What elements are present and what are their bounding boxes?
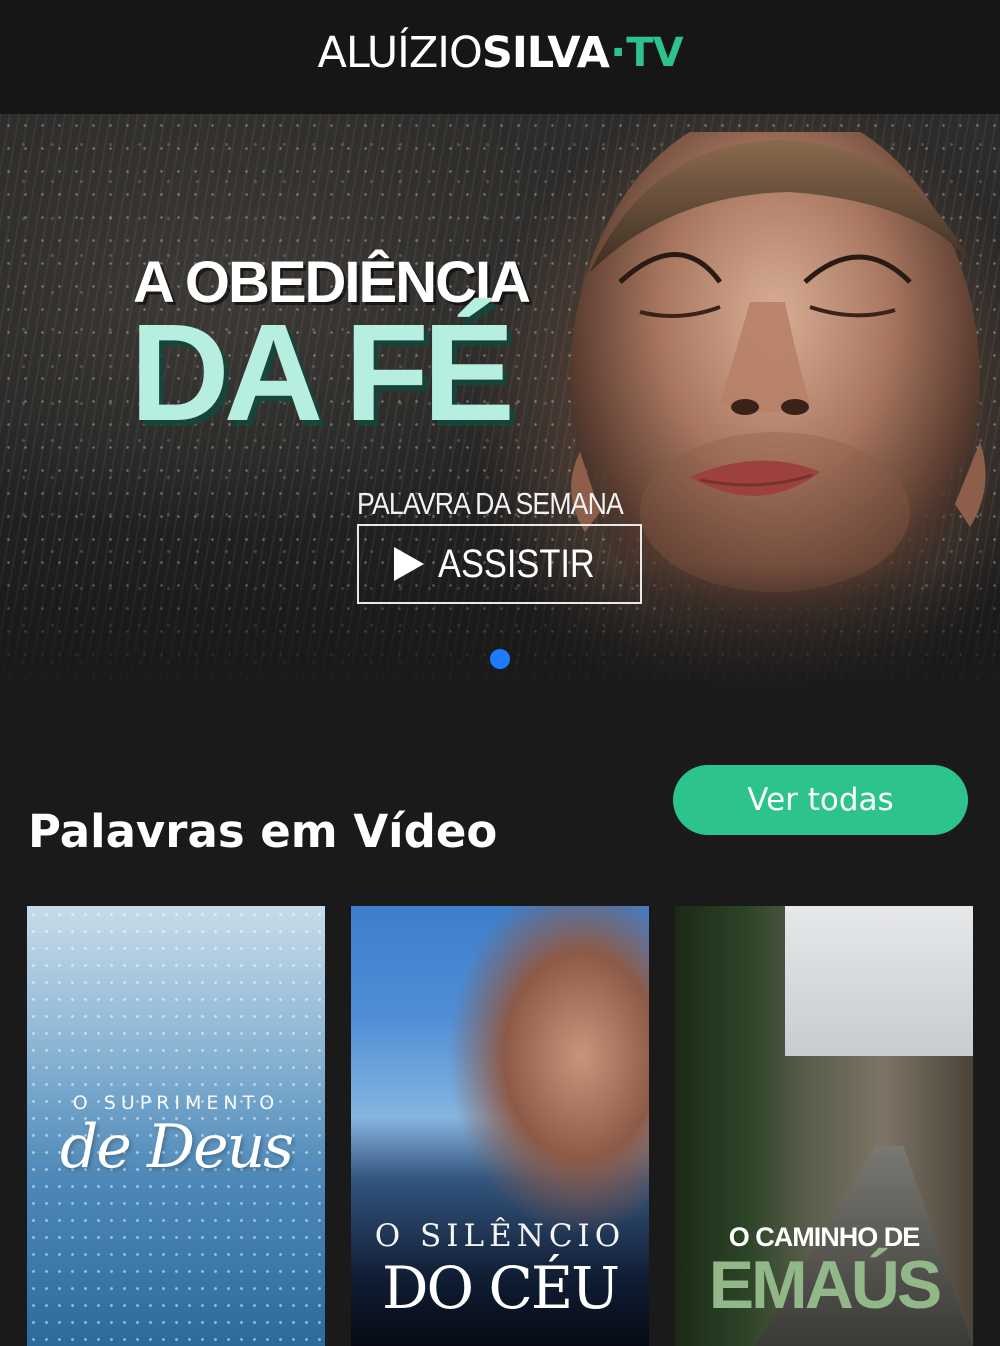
logo-dot: · [609, 27, 626, 78]
video-card-title-line2: DO CÉU [381, 1254, 620, 1322]
watch-button-label: ASSISTIR [437, 542, 595, 586]
video-card-title-line2: EMAÚS [708, 1247, 943, 1323]
logo-text-light: ALUÍZIO [317, 27, 482, 78]
app-header: ALUÍZIO SILVA · TV [0, 0, 1000, 114]
carousel-dot-active[interactable] [490, 649, 510, 669]
video-card[interactable]: O SILÊNCIO DO CÉU [351, 906, 649, 1346]
video-card-title-line2: de Deus [59, 1112, 294, 1182]
hero-subtitle: PALAVRA DA SEMANA [357, 486, 624, 521]
brand-logo[interactable]: ALUÍZIO SILVA · TV [317, 27, 683, 78]
logo-tv: TV [626, 30, 683, 76]
video-card[interactable]: O SUPRIMENTO de Deus [27, 906, 325, 1346]
hero-banner[interactable]: A OBEDIÊNCIA DA FÉ PALAVRA DA SEMANA ASS… [0, 114, 1000, 694]
video-card-sky [785, 906, 973, 1056]
section-title: Palavras em Vídeo [28, 805, 498, 859]
video-card-title-line1: O SILÊNCIO [374, 1218, 626, 1254]
video-card-title-line1: O SUPRIMENTO [72, 1092, 280, 1114]
play-icon [393, 547, 424, 581]
carousel-indicator [490, 649, 510, 669]
hero-title-line2: DA FÉ [130, 296, 515, 450]
watch-button[interactable]: ASSISTIR [357, 524, 642, 604]
logo-text-bold: SILVA [481, 27, 610, 78]
video-card[interactable]: O CAMINHO DE EMAÚS [675, 906, 973, 1346]
see-all-button[interactable]: Ver todas [673, 765, 968, 835]
